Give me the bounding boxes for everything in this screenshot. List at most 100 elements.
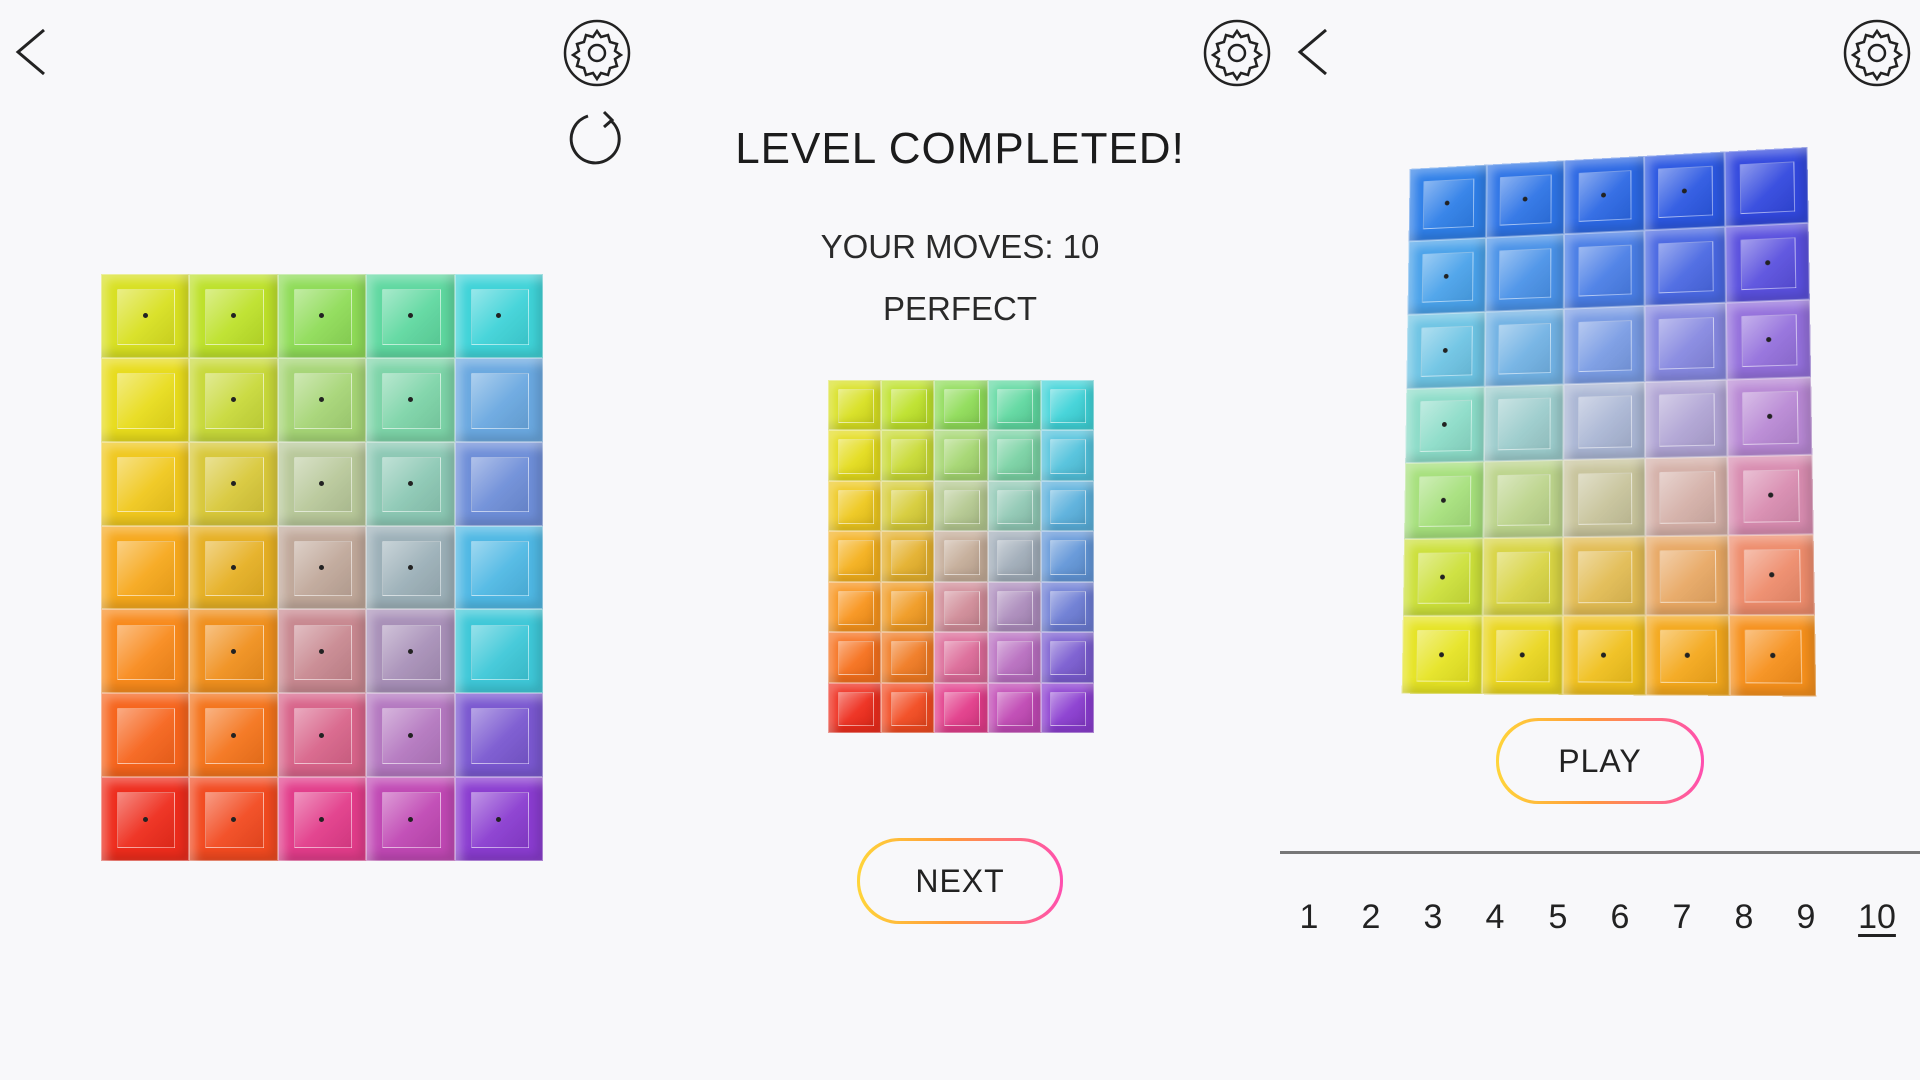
gem-tile[interactable] bbox=[277, 525, 367, 610]
level-number-7[interactable]: 7 bbox=[1657, 898, 1707, 937]
level-number-1[interactable]: 1 bbox=[1284, 898, 1334, 937]
gem-tile[interactable] bbox=[101, 693, 190, 778]
preview-gem-tile[interactable] bbox=[1408, 164, 1487, 242]
preview-gem-tile[interactable] bbox=[1727, 376, 1813, 457]
gem-tile[interactable] bbox=[454, 777, 543, 861]
preview-gem-tile[interactable] bbox=[1563, 305, 1645, 384]
level-number-4[interactable]: 4 bbox=[1470, 898, 1520, 937]
gem-tile[interactable] bbox=[101, 777, 190, 861]
gem-tile[interactable] bbox=[101, 441, 190, 526]
fixed-tile-dot bbox=[231, 816, 237, 822]
gem-tile[interactable] bbox=[189, 777, 278, 861]
gem-tile[interactable] bbox=[366, 357, 455, 442]
back-arrow-icon[interactable] bbox=[1292, 26, 1332, 78]
gem-tile[interactable] bbox=[277, 777, 367, 861]
gem-facet bbox=[1050, 540, 1087, 575]
restart-icon[interactable] bbox=[568, 108, 628, 166]
gem-tile[interactable] bbox=[189, 357, 278, 442]
gem-tile[interactable] bbox=[366, 441, 455, 526]
preview-gem-tile[interactable] bbox=[1482, 460, 1564, 539]
settings-gear-icon[interactable] bbox=[562, 18, 632, 88]
puzzle-board[interactable] bbox=[101, 274, 543, 861]
preview-gem-tile[interactable] bbox=[1726, 299, 1812, 380]
gem-tile[interactable] bbox=[101, 357, 190, 442]
level-number-5[interactable]: 5 bbox=[1533, 898, 1583, 937]
preview-gem-tile[interactable] bbox=[1644, 226, 1727, 306]
rating-text: PERFECT bbox=[882, 290, 1037, 327]
gem-tile[interactable] bbox=[454, 357, 543, 442]
preview-gem-tile[interactable] bbox=[1728, 534, 1815, 616]
preview-gem-tile[interactable] bbox=[1727, 455, 1814, 536]
preview-gem-tile[interactable] bbox=[1563, 458, 1646, 538]
level-select-panel: PLAY 1 2 3 4 5 6 7 8 9 10 bbox=[1280, 0, 1920, 1080]
preview-gem-tile[interactable] bbox=[1724, 146, 1809, 227]
gem-tile[interactable] bbox=[189, 525, 278, 610]
preview-gem-tile[interactable] bbox=[1482, 537, 1564, 616]
settings-gear-icon[interactable] bbox=[1842, 18, 1912, 88]
back-arrow-icon[interactable] bbox=[10, 26, 50, 78]
gem-tile[interactable] bbox=[454, 693, 543, 778]
preview-gem-tile[interactable] bbox=[1407, 237, 1486, 315]
preview-tile bbox=[1040, 480, 1094, 532]
gem-tile[interactable] bbox=[454, 525, 543, 610]
preview-gem-tile[interactable] bbox=[1404, 461, 1484, 540]
gem-facet bbox=[1050, 641, 1087, 676]
gem-tile[interactable] bbox=[366, 609, 455, 694]
preview-gem-tile[interactable] bbox=[1484, 308, 1564, 387]
preview-gem-tile[interactable] bbox=[1401, 615, 1483, 695]
preview-gem-tile[interactable] bbox=[1725, 222, 1810, 303]
gem-tile[interactable] bbox=[366, 525, 455, 610]
gem-tile[interactable] bbox=[189, 274, 278, 358]
gem-tile[interactable] bbox=[101, 609, 190, 694]
gem-tile[interactable] bbox=[277, 441, 367, 526]
preview-gem-tile[interactable] bbox=[1644, 456, 1729, 537]
gem-tile[interactable] bbox=[189, 693, 278, 778]
preview-gem-tile[interactable] bbox=[1484, 233, 1565, 312]
gem-tile[interactable] bbox=[277, 693, 367, 778]
preview-gem-tile[interactable] bbox=[1405, 386, 1485, 464]
gem-tile[interactable] bbox=[101, 274, 190, 358]
level-number-10[interactable]: 10 bbox=[1852, 898, 1902, 937]
settings-gear-icon[interactable] bbox=[1202, 18, 1272, 88]
level-number-2[interactable]: 2 bbox=[1346, 898, 1396, 937]
preview-gem-tile[interactable] bbox=[1562, 615, 1646, 696]
preview-gem-tile[interactable] bbox=[1729, 615, 1817, 697]
gem-tile[interactable] bbox=[454, 441, 543, 526]
level-number-3[interactable]: 3 bbox=[1408, 898, 1458, 937]
gem-tile[interactable] bbox=[277, 609, 367, 694]
preview-gem-tile[interactable] bbox=[1406, 311, 1485, 389]
preview-gem-tile[interactable] bbox=[1562, 536, 1646, 616]
fixed-tile-dot bbox=[1769, 652, 1776, 659]
preview-gem-tile[interactable] bbox=[1643, 151, 1726, 231]
preview-gem-tile[interactable] bbox=[1563, 381, 1645, 461]
gem-tile[interactable] bbox=[366, 274, 455, 358]
gem-tile[interactable] bbox=[454, 274, 543, 358]
preview-gem-tile[interactable] bbox=[1485, 160, 1565, 238]
gem-tile[interactable] bbox=[189, 441, 278, 526]
gem-tile[interactable] bbox=[277, 357, 367, 442]
gem-tile[interactable] bbox=[454, 609, 543, 694]
preview-gem-tile[interactable] bbox=[1644, 302, 1728, 382]
gem-tile[interactable] bbox=[101, 525, 190, 610]
gem-tile[interactable] bbox=[366, 777, 455, 861]
preview-gem-tile[interactable] bbox=[1402, 538, 1483, 617]
preview-tile bbox=[934, 480, 988, 532]
preview-gem-tile[interactable] bbox=[1644, 379, 1728, 459]
gem-tile[interactable] bbox=[366, 693, 455, 778]
gem-tile[interactable] bbox=[189, 609, 278, 694]
preview-gem-tile[interactable] bbox=[1645, 615, 1731, 696]
preview-gem-tile[interactable] bbox=[1645, 535, 1730, 616]
preview-tile bbox=[1040, 632, 1094, 683]
level-number-6[interactable]: 6 bbox=[1595, 898, 1645, 937]
gem-facet bbox=[943, 590, 980, 626]
gem-facet bbox=[997, 590, 1034, 626]
level-number-9[interactable]: 9 bbox=[1781, 898, 1831, 937]
level-number-8[interactable]: 8 bbox=[1719, 898, 1769, 937]
gem-tile[interactable] bbox=[277, 274, 367, 358]
next-button[interactable]: NEXT bbox=[857, 838, 1063, 924]
play-button[interactable]: PLAY bbox=[1496, 718, 1704, 804]
preview-gem-tile[interactable] bbox=[1564, 155, 1645, 234]
preview-gem-tile[interactable] bbox=[1563, 230, 1645, 309]
preview-gem-tile[interactable] bbox=[1481, 615, 1563, 695]
preview-gem-tile[interactable] bbox=[1483, 383, 1564, 462]
